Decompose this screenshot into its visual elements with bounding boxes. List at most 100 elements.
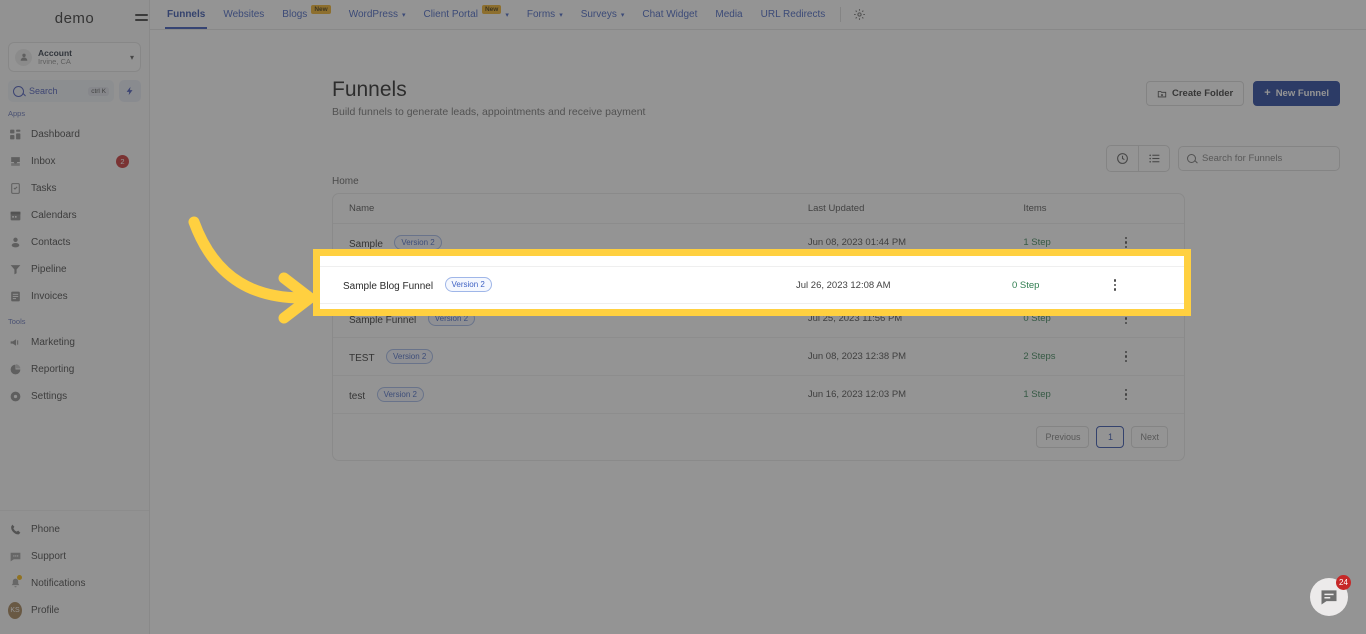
cell-name: Sample Blog Funnel Version 2 [320,276,796,294]
sidebar-item-tasks[interactable]: Tasks [0,175,149,202]
app-window: demo Account Irvine, CA ▾ Search ctrl K [0,0,1366,634]
annotation-arrow [180,210,350,325]
sidebar-item-label: Settings [31,391,68,402]
tab-surveys[interactable]: Surveys ▾ [572,0,634,29]
sidebar-item-label: Pipeline [31,264,67,275]
new-badge: New [481,5,502,14]
collapse-sidebar-button[interactable] [131,8,149,26]
tab-label: Media [715,9,743,20]
cell-last-updated: Jun 16, 2023 12:03 PM [807,375,1024,414]
settings-gear-button[interactable] [847,0,872,29]
chevron-down-icon: ▾ [620,11,625,19]
funnel-name[interactable]: TEST [349,353,375,364]
dashboard-icon [8,128,22,142]
sidebar-item-support[interactable]: Support [0,543,149,570]
tab-client-portal[interactable]: Client Portal New ▾ [414,0,517,29]
sidebar-header: demo [0,0,149,36]
view-mode-toggle-group [1106,145,1170,172]
tab-label: Chat Widget [642,9,698,20]
tab-label: Client Portal [423,9,478,20]
new-funnel-button[interactable]: + New Funnel [1253,81,1340,106]
tab-blogs[interactable]: Blogs New [273,0,339,29]
table-row[interactable]: test Version 2 Jun 16, 2023 12:03 PM 1 S… [333,375,1184,414]
sidebar-item-notifications[interactable]: Notifications [0,570,149,597]
create-folder-button[interactable]: Create Folder [1146,81,1245,106]
tab-label: Funnels [167,9,206,20]
main-content: Funnels Build funnels to generate leads,… [150,30,1366,634]
sidebar-item-marketing[interactable]: Marketing [0,329,149,356]
funnel-name[interactable]: test [349,391,365,402]
pagination-next-button[interactable]: Next [1131,426,1168,448]
tab-label: URL Redirects [760,9,826,20]
sidebar-item-label: Contacts [31,237,71,248]
list-toolbar [1106,145,1340,172]
cell-items: 1 Step [1023,375,1120,414]
sidebar-item-label: Inbox [31,156,56,167]
table-row[interactable]: TEST Version 2 Jun 08, 2023 12:38 PM 2 S… [333,337,1184,376]
cell-name: TEST Version 2 [333,337,808,376]
cell-items: 0 Step [1012,279,1040,291]
quick-actions-button[interactable] [119,80,141,102]
row-menu-button[interactable] [1119,236,1133,249]
row-menu-button[interactable] [1119,350,1133,363]
sidebar-item-calendars[interactable]: Calendars [0,202,149,229]
tab-label: WordPress [348,9,398,20]
sidebar-item-profile[interactable]: KS Profile [0,597,149,624]
tasks-icon [8,182,22,196]
funnels-table-card: Name Last Updated Items Sample Version 2… [332,193,1185,461]
support-chat-icon [8,550,22,564]
chevron-down-icon: ▾ [401,11,406,19]
table-row-highlighted[interactable]: Sample Blog Funnel Version 2 Jul 26, 202… [320,266,1184,304]
account-avatar-icon [15,48,32,66]
search-label: Search [29,86,58,96]
row-menu-button[interactable] [1108,279,1122,291]
chat-widget-button[interactable]: 24 [1310,575,1351,616]
tab-wordpress[interactable]: WordPress ▾ [340,0,415,29]
folder-plus-icon [1157,90,1167,97]
pagination-page-1[interactable]: 1 [1096,426,1125,448]
sidebar-item-label: Reporting [31,364,75,375]
sidebar-item-settings[interactable]: Settings [0,383,149,410]
search-funnels-field[interactable] [1178,146,1340,171]
row-menu-button[interactable] [1119,388,1133,401]
tab-media[interactable]: Media [706,0,751,29]
tab-chat-widget[interactable]: Chat Widget [633,0,706,29]
tab-label: Forms [526,9,556,20]
funnel-name[interactable]: Sample Funnel [349,315,416,326]
funnel-name[interactable]: Sample [349,239,383,250]
tab-label: Surveys [580,9,617,20]
highlight-inner: Sample Blog Funnel Version 2 Jul 26, 202… [320,256,1184,309]
marketing-icon [8,336,22,350]
sidebar-item-pipeline[interactable]: Pipeline [0,256,149,283]
version-badge: Version 2 [376,386,424,402]
sidebar-item-label: Tasks [31,183,57,194]
search-input[interactable]: Search ctrl K [8,80,114,102]
tab-forms[interactable]: Forms ▾ [518,0,572,29]
search-funnels-input[interactable] [1202,153,1331,164]
tab-url-redirects[interactable]: URL Redirects [752,0,835,29]
sidebar-item-reporting[interactable]: Reporting [0,356,149,383]
sidebar-item-dashboard[interactable]: Dashboard [0,121,149,148]
account-switcher[interactable]: Account Irvine, CA ▾ [8,42,141,72]
highlighted-row-callout: Sample Blog Funnel Version 2 Jul 26, 202… [313,249,1191,316]
list-view-button[interactable] [1138,146,1169,171]
sidebar-item-phone[interactable]: Phone [0,516,149,543]
pagination-previous-button[interactable]: Previous [1036,426,1090,448]
account-location: Irvine, CA [38,56,71,66]
tab-websites[interactable]: Websites [214,0,273,29]
chat-unread-badge: 24 [1336,575,1351,590]
header-actions: Create Folder + New Funnel [1146,81,1340,106]
recent-view-button[interactable] [1107,146,1138,171]
tab-funnels[interactable]: Funnels [158,0,214,29]
sidebar: demo Account Irvine, CA ▾ Search ctrl K [0,0,150,634]
page-header: Funnels Build funnels to generate leads,… [332,78,645,118]
sidebar-search-row: Search ctrl K [8,80,141,102]
funnel-name[interactable]: Sample Blog Funnel [343,281,433,292]
sidebar-nav: Apps Dashboard Inbox 2 Tasks Calendars C… [0,102,149,410]
gear-icon [854,9,866,20]
sidebar-item-invoices[interactable]: Invoices [0,283,149,310]
sidebar-item-label: Notifications [31,578,86,589]
sidebar-item-inbox[interactable]: Inbox 2 [0,148,149,175]
sidebar-item-contacts[interactable]: Contacts [0,229,149,256]
